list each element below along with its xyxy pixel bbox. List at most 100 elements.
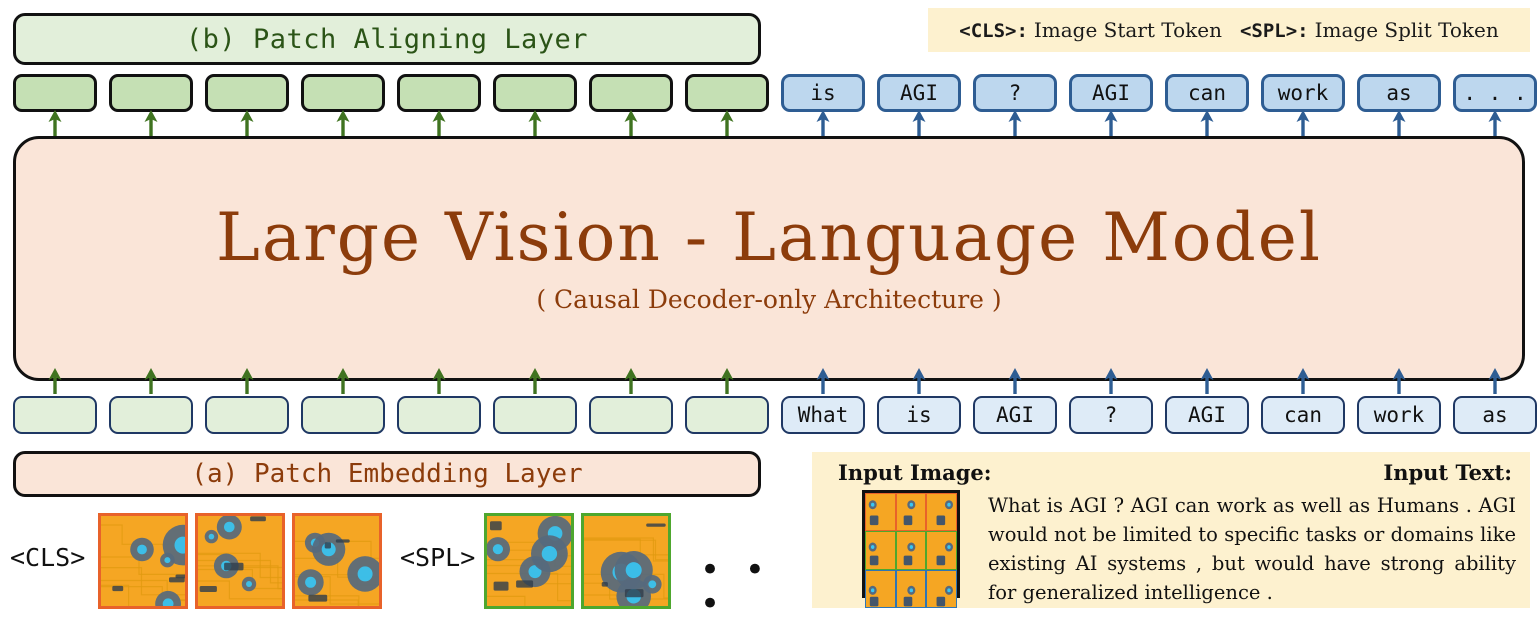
cls-marker-label: <CLS> [10,543,86,572]
input-panel-header: Input Image: Input Text: [828,460,1516,488]
thumbnail-cell-9 [926,569,957,609]
visual-output-arrow-7 [623,110,639,136]
patch-3 [292,513,382,609]
text-token-7: work [1357,396,1441,434]
text-output-arrow-7 [1391,110,1407,136]
visual-output-arrow-4 [335,110,351,136]
thumbnail-cell-7 [865,569,896,609]
visual-input-arrow-4 [335,368,351,394]
visual-token-2 [109,74,193,112]
visual-output-arrow-3 [239,110,255,136]
text-input-arrow-1 [815,368,831,394]
visual-output-arrow-6 [527,110,543,136]
thumbnail-cell-4 [865,531,896,570]
token-legend: <CLS>: Image Start Token <SPL>: Image Sp… [928,8,1530,52]
model-title: Large Vision - Language Model [216,199,1322,277]
visual-input-arrow-7 [623,368,639,394]
visual-token-1 [13,396,97,434]
visual-output-arrow-2 [143,110,159,136]
text-token-5: can [1165,74,1249,112]
visual-token-4 [301,74,385,112]
thumbnail-cell-6 [926,531,957,570]
visual-input-arrow-6 [527,368,543,394]
visual-token-6 [493,396,577,434]
text-token-2: AGI [877,74,961,112]
legend-entry-spl: <SPL>: Image Split Token [1240,18,1499,42]
text-input-arrow-3 [1007,368,1023,394]
text-input-arrow-7 [1391,368,1407,394]
patch-4 [484,513,574,609]
visual-token-1 [13,74,97,112]
patch-5 [581,513,671,609]
text-output-arrow-6 [1295,110,1311,136]
input-image-thumbnail [862,490,960,609]
input-text-label: Input Text: [1383,460,1512,485]
text-output-arrow-5 [1199,110,1215,136]
visual-token-3 [205,74,289,112]
text-token-8: . . . [1453,74,1537,112]
input-text-content: What is AGI ? AGI can work as well as Hu… [988,494,1516,604]
diagram-canvas: <CLS>: Image Start Token <SPL>: Image Sp… [0,0,1538,622]
patch-aligning-layer: (b) Patch Aligning Layer [13,13,761,65]
visual-input-arrow-1 [47,368,63,394]
visual-token-7 [589,396,673,434]
image-patch-strip: <CLS> <SPL> • • • [0,505,790,621]
legend-entry-cls: <CLS>: Image Start Token [959,18,1222,42]
patch-aligning-layer-label: (b) Patch Aligning Layer [185,23,589,55]
patch-embedding-layer: (a) Patch Embedding Layer [13,451,761,497]
text-token-8: as [1453,396,1537,434]
text-input-arrow-5 [1199,368,1215,394]
visual-token-8 [685,396,769,434]
patch-ellipsis: • • • [700,550,772,624]
visual-token-5 [397,396,481,434]
text-output-arrow-1 [815,110,831,136]
visual-token-2 [109,396,193,434]
visual-token-8 [685,74,769,112]
text-input-arrow-4 [1103,368,1119,394]
text-output-arrow-2 [911,110,927,136]
text-token-2: is [877,396,961,434]
cls-token-description: Image Start Token [1033,18,1222,42]
visual-input-arrow-3 [239,368,255,394]
text-token-6: can [1261,396,1345,434]
visual-output-arrow-5 [431,110,447,136]
text-input-arrow-2 [911,368,927,394]
visual-input-arrow-2 [143,368,159,394]
text-token-7: as [1357,74,1441,112]
visual-token-5 [397,74,481,112]
text-output-arrow-3 [1007,110,1023,136]
text-output-arrow-8 [1487,110,1503,136]
text-output-arrow-4 [1103,110,1119,136]
thumbnail-cell-3 [926,493,957,532]
cls-token-label: <CLS>: [959,20,1028,42]
patch-2 [195,513,285,609]
text-token-4: AGI [1069,74,1153,112]
input-panel: Input Image: Input Text: What is AGI ? A… [812,452,1530,609]
text-token-1: What [781,396,865,434]
thumbnail-cell-8 [895,569,927,609]
visual-token-7 [589,74,673,112]
output-token-row: is AGI? AGI can work as . . . [13,74,1537,112]
visual-input-arrow-5 [431,368,447,394]
spl-token-label: <SPL>: [1239,20,1309,42]
visual-token-6 [493,74,577,112]
spl-token-description: Image Split Token [1314,18,1499,42]
thumbnail-cell-2 [895,493,927,532]
patch-1 [98,513,188,609]
input-token-row: What is AGI? AGI can work as [13,396,1537,434]
text-input-arrow-6 [1295,368,1311,394]
large-vision-language-model-block: Large Vision - Language Model ( Causal D… [13,136,1525,381]
thumbnail-cell-1 [865,493,896,532]
text-input-arrow-8 [1487,368,1503,394]
visual-output-arrow-1 [47,110,63,136]
text-token-1: is [781,74,865,112]
input-image-label: Input Image: [838,460,992,485]
visual-token-3 [205,396,289,434]
visual-token-4 [301,396,385,434]
model-subtitle: ( Causal Decoder-only Architecture ) [536,284,1002,314]
text-token-3: AGI [973,396,1057,434]
text-token-3: ? [973,74,1057,112]
visual-output-arrow-8 [719,110,735,136]
visual-input-arrow-8 [719,368,735,394]
input-panel-body: What is AGI ? AGI can work as well as Hu… [828,490,1516,609]
